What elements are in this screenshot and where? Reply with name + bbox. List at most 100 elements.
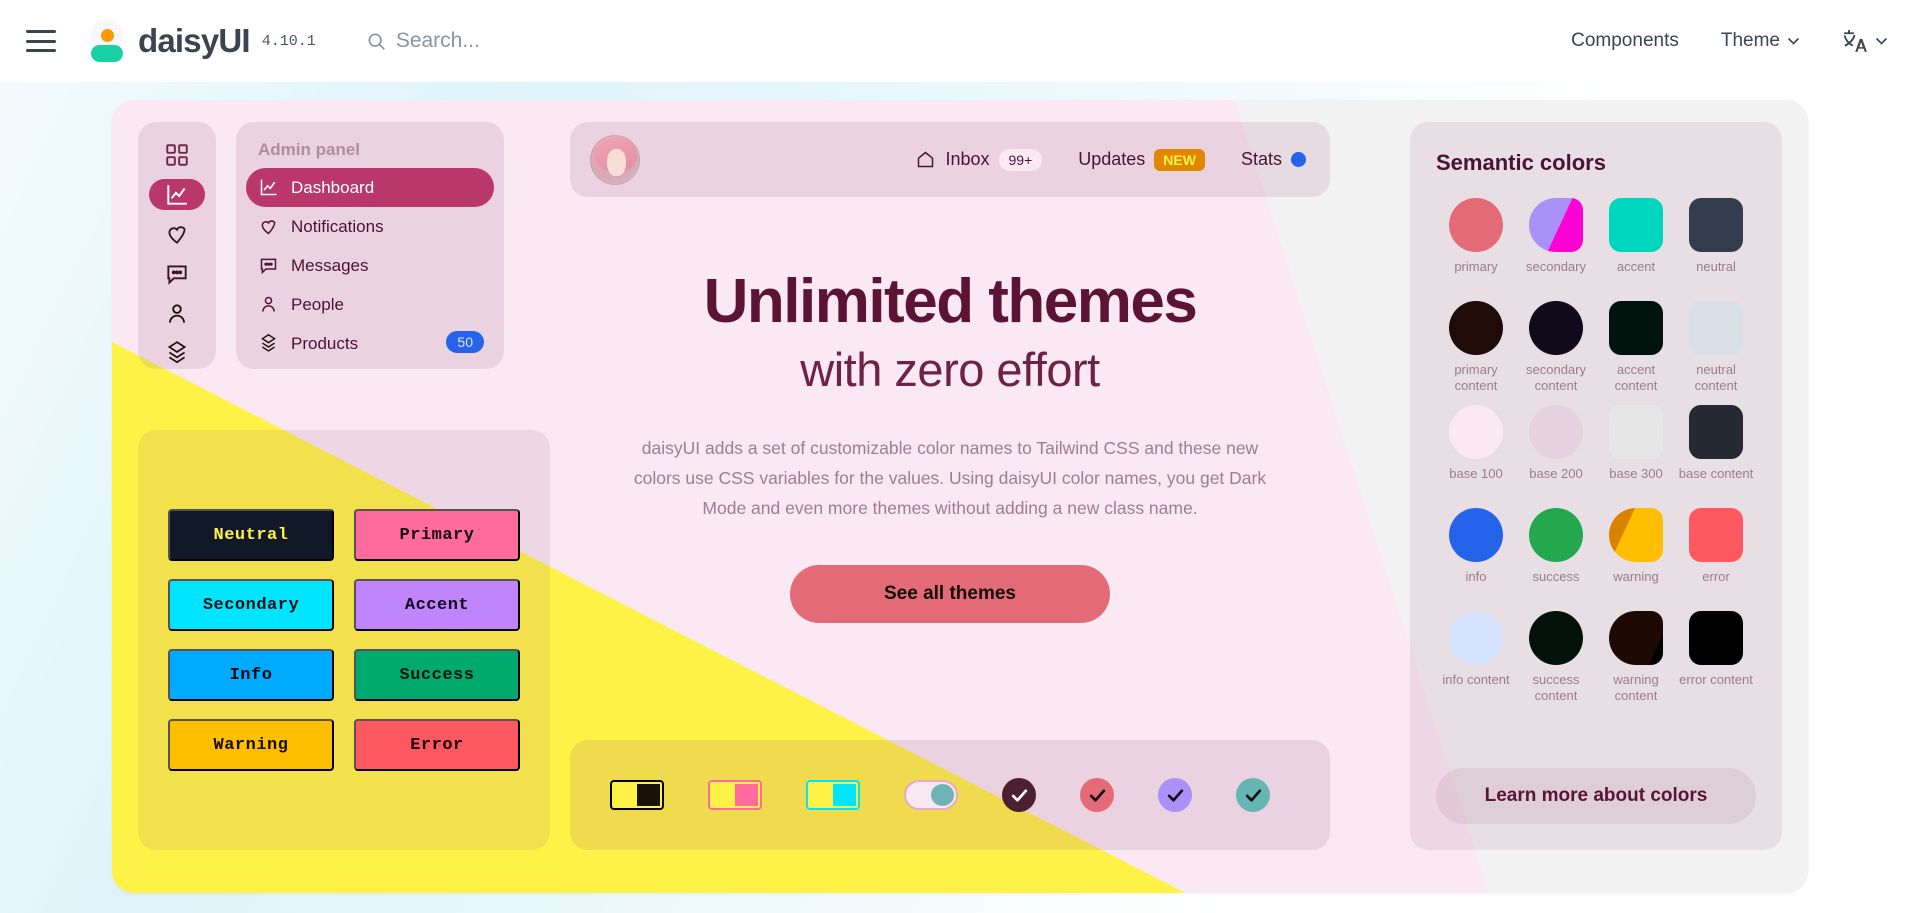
toggle-primary[interactable] — [708, 780, 762, 810]
button-warning[interactable]: Warning — [168, 719, 334, 771]
updates-badge: NEW — [1154, 148, 1205, 171]
learn-more-colors-button[interactable]: Learn more about colors — [1436, 768, 1756, 824]
checkbox-accent[interactable] — [1236, 778, 1270, 812]
swatch-base-300[interactable]: base 300 — [1596, 404, 1676, 498]
box-icon — [261, 333, 276, 352]
swatch-primary-content[interactable]: primary content — [1436, 301, 1516, 395]
swatch-label: primary — [1454, 259, 1498, 274]
swatch-success[interactable]: success — [1516, 507, 1596, 601]
swatch-label: base 300 — [1609, 465, 1663, 481]
avatar[interactable] — [590, 134, 640, 185]
topbar-label: Stats — [1240, 149, 1282, 169]
button-error[interactable]: Error — [354, 719, 520, 771]
admin-panel-title: Admin panel — [258, 140, 361, 159]
chevron-down-icon — [1875, 37, 1888, 45]
swatch-label: secondary — [1526, 259, 1586, 274]
menu-item-notifications[interactable]: Notifications — [246, 207, 494, 246]
topbar-link-stats[interactable]: Stats — [1237, 143, 1310, 176]
app-topbar: Inbox 99+ Updates NEW Stats — [570, 122, 1330, 197]
home-icon — [918, 151, 934, 168]
message-icon — [167, 265, 187, 285]
toggle-neutral[interactable] — [610, 780, 664, 810]
nav-components[interactable]: Components — [1571, 30, 1679, 52]
center-column: Inbox 99+ Updates NEW Stats Unlimited th… — [570, 122, 1330, 850]
icon-rail — [138, 122, 216, 369]
heart-icon — [168, 226, 186, 245]
swatch-base-content[interactable]: base content — [1676, 404, 1756, 498]
see-all-themes-button[interactable]: See all themes — [790, 565, 1110, 624]
swatch-success-content[interactable]: success content — [1516, 610, 1596, 705]
translate-icon — [1843, 30, 1867, 52]
swatch-error[interactable]: error — [1676, 507, 1756, 601]
hero-paragraph: daisyUI adds a set of customizable color… — [633, 437, 1267, 519]
swatch-accent-content[interactable]: accent content — [1596, 301, 1676, 395]
swatch-secondary-content[interactable]: secondary content — [1516, 301, 1596, 395]
swatch-primary[interactable]: primary — [1436, 198, 1516, 291]
chart-icon — [167, 184, 187, 205]
swatch-label: success content — [1532, 671, 1580, 703]
swatch-color — [1689, 404, 1743, 459]
menu-item-dashboard[interactable]: Dashboard — [246, 168, 494, 207]
button-neutral[interactable]: Neutral — [168, 509, 334, 561]
menu-item-products[interactable]: Products 50 — [246, 324, 494, 363]
topbar-link-inbox[interactable]: Inbox 99+ — [911, 143, 1046, 177]
rail-item-dashboard[interactable] — [149, 178, 205, 211]
swatch-neutral-content[interactable]: neutral content — [1676, 301, 1756, 395]
checkbox-neutral[interactable] — [1002, 778, 1036, 812]
swatch-secondary[interactable]: secondary — [1516, 198, 1596, 291]
button-secondary[interactable]: Secondary — [168, 579, 334, 631]
topbar-link-updates[interactable]: Updates NEW — [1074, 143, 1209, 177]
toggle-accent[interactable] — [904, 780, 958, 810]
inbox-badge: 99+ — [998, 148, 1043, 171]
swatch-base-200[interactable]: base 200 — [1516, 404, 1596, 498]
button-success[interactable]: Success — [354, 649, 520, 701]
swatch-warning-content[interactable]: warning content — [1596, 610, 1676, 705]
grid-icon — [166, 144, 188, 166]
rail-item-people[interactable] — [149, 298, 205, 330]
admin-panel-menu: Admin panel Dashboard Notifications Mess — [236, 122, 504, 369]
toggle-secondary[interactable] — [806, 780, 860, 810]
swatch-color — [1529, 198, 1583, 252]
swatch-label: primary content — [1454, 362, 1498, 394]
checkbox-secondary[interactable] — [1158, 778, 1192, 812]
menu-item-messages[interactable]: Messages — [246, 246, 494, 285]
swatch-color — [1609, 404, 1663, 459]
search-input[interactable]: Search... — [366, 29, 480, 53]
button-info[interactable]: Info — [168, 649, 334, 701]
semantic-colors-title: Semantic colors — [1436, 150, 1606, 175]
rail-item-products[interactable] — [149, 337, 205, 369]
swatch-color — [1529, 507, 1583, 562]
button-accent[interactable]: Accent — [354, 579, 520, 631]
version-label: 4.10.1 — [261, 32, 316, 50]
swatch-label: warning content — [1613, 671, 1659, 703]
button-primary[interactable]: Primary — [354, 509, 520, 561]
swatch-label: accent content — [1614, 362, 1658, 394]
swatch-info[interactable]: info — [1436, 507, 1516, 601]
swatch-info-content[interactable]: info content — [1436, 610, 1516, 705]
swatch-color — [1529, 404, 1583, 459]
swatch-base-100[interactable]: base 100 — [1436, 404, 1516, 498]
check-icon — [1167, 788, 1183, 802]
swatch-label: info content — [1442, 671, 1510, 687]
swatch-label: base 200 — [1529, 465, 1583, 481]
brand-logo[interactable]: daisyUI — [88, 19, 251, 63]
menu-item-people[interactable]: People — [246, 285, 494, 324]
swatch-neutral[interactable]: neutral — [1676, 198, 1756, 291]
hamburger-icon[interactable] — [26, 30, 56, 52]
swatch-label: error — [1702, 568, 1730, 584]
nav-theme[interactable]: Theme — [1721, 30, 1800, 52]
swatch-accent[interactable]: accent — [1596, 198, 1676, 291]
rail-item-notifications[interactable] — [149, 218, 205, 250]
nav-language[interactable] — [1842, 28, 1888, 54]
swatch-label: neutral content — [1694, 362, 1738, 394]
check-icon — [1089, 788, 1105, 802]
swatch-warning[interactable]: warning — [1596, 507, 1676, 601]
theme-preview-card: Admin panel Dashboard Notifications Mess — [112, 100, 1808, 893]
rail-item-messages[interactable] — [149, 258, 205, 290]
rail-item-grid[interactable] — [149, 139, 205, 171]
checkbox-primary[interactable] — [1080, 778, 1114, 812]
swatch-label: base 100 — [1449, 465, 1503, 481]
swatch-error-content[interactable]: error content — [1676, 610, 1756, 705]
semantic-colors-card: Semantic colors primary secondary accent ne… — [1410, 122, 1782, 850]
swatch-color — [1529, 301, 1583, 355]
